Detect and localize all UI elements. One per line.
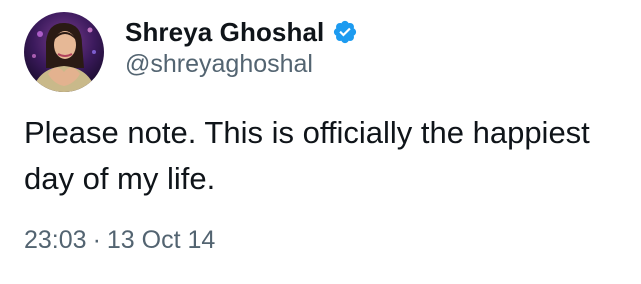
display-name[interactable]: Shreya Ghoshal <box>125 17 324 48</box>
display-name-row: Shreya Ghoshal <box>125 12 358 52</box>
tweet-text: Please note. This is officially the happ… <box>24 115 590 196</box>
tweet-card: Shreya Ghoshal @shreyaghoshal Please not… <box>0 0 641 284</box>
avatar-image <box>24 12 104 92</box>
tweet-timestamp[interactable]: 23:03 · 13 Oct 14 <box>24 226 215 255</box>
meta-separator: · <box>92 226 101 254</box>
verified-badge-icon <box>332 19 358 45</box>
tweet-date: 13 Oct 14 <box>106 226 216 254</box>
tweet-time: 23:03 <box>24 226 87 254</box>
avatar[interactable] <box>24 12 104 92</box>
user-handle[interactable]: @shreyaghoshal <box>125 50 313 79</box>
